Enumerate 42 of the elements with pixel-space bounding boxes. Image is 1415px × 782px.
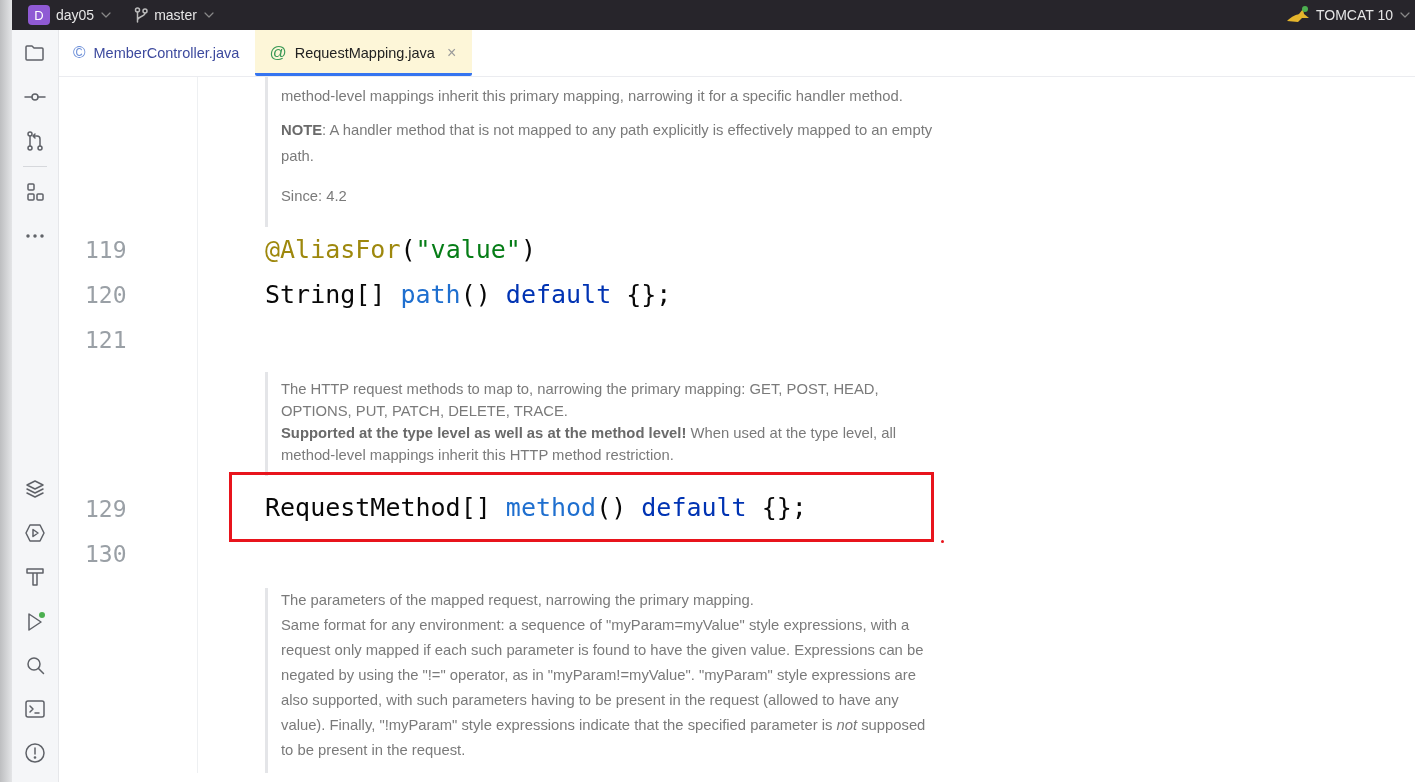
- since-text: Since: 4.2: [281, 187, 348, 206]
- branch-selector[interactable]: master: [134, 7, 215, 23]
- folder-icon[interactable]: [24, 42, 46, 64]
- line-number: 120: [85, 281, 127, 308]
- line-number: 119: [85, 236, 127, 263]
- line-number: 130: [85, 540, 127, 567]
- project-name: day05: [56, 7, 95, 23]
- chevron-down-icon[interactable]: [202, 10, 215, 20]
- project-selector[interactable]: D day05: [28, 5, 113, 25]
- doc-paragraph: Supported at the type level as well as at the method level! When used at the type level, all method-level mappings inherit this HTTP method restriction.: [281, 424, 898, 465]
- code-line: @AliasFor("value"): [265, 235, 536, 264]
- run-config-name: TOMCAT 10: [1315, 7, 1393, 23]
- line-number: 129: [85, 495, 127, 522]
- project-badge: D: [28, 5, 50, 25]
- annotation-dot: [941, 540, 944, 543]
- file-type-icon: ©: [73, 43, 86, 63]
- tab-label: RequestMapping.java: [294, 45, 435, 61]
- file-tab[interactable]: @ RequestMapping.java ×: [255, 30, 473, 76]
- file-tab[interactable]: © MemberController.java: [59, 30, 256, 76]
- code-line: RequestMethod[] method() default {};: [265, 492, 807, 522]
- pull-request-icon[interactable]: [24, 130, 46, 152]
- run-service-icon[interactable]: [24, 522, 46, 544]
- hammer-icon[interactable]: [24, 566, 46, 588]
- chevron-down-icon[interactable]: [1399, 10, 1411, 20]
- terminal-icon[interactable]: [24, 698, 46, 720]
- search-icon[interactable]: [24, 654, 46, 676]
- file-type-icon: @: [269, 43, 287, 63]
- doc-paragraph: The HTTP request methods to map to, narrowing the primary mapping: GET, POST, HEAD, OPTIONS, PUT, PATCH, DELETE, TRACE.: [281, 380, 880, 421]
- branch-icon[interactable]: [134, 7, 149, 23]
- doc-paragraph: method-level mappings inherit this primary mapping, narrowing it for a specific handler method.: [281, 87, 904, 106]
- run-config-selector[interactable]: TOMCAT 10: [1285, 6, 1411, 24]
- tab-label: MemberController.java: [93, 45, 240, 61]
- doc-paragraph: NOTE: A handler method that is not mapped to any path explicitly is effectively mapped to an empty path.: [281, 121, 934, 166]
- structure-icon[interactable]: [24, 181, 46, 203]
- chevron-down-icon[interactable]: [100, 10, 113, 20]
- layers-icon[interactable]: [24, 478, 46, 500]
- problems-icon[interactable]: [24, 742, 46, 764]
- doc-paragraph: The parameters of the mapped request, narrowing the primary mapping.: [281, 591, 755, 610]
- doc-paragraph: Same format for any environment: a sequence of "myParam=myValue" style expressions, with a request only mapped if each such parameter is found to have the given value. Expressions can be negated by using the "!=" operator, as in "myParam!=myValue". "myParam" style expressions are also supported, with such parameters having to be present in the request (allowed to have any value). Finally, "!myParam" style expressions indicate that the specified parameter is not supposed to be present in the request.: [281, 616, 927, 760]
- line-number: 121: [85, 326, 127, 353]
- code-line: String[] path() default {};: [265, 280, 672, 309]
- branch-name: master: [154, 7, 197, 23]
